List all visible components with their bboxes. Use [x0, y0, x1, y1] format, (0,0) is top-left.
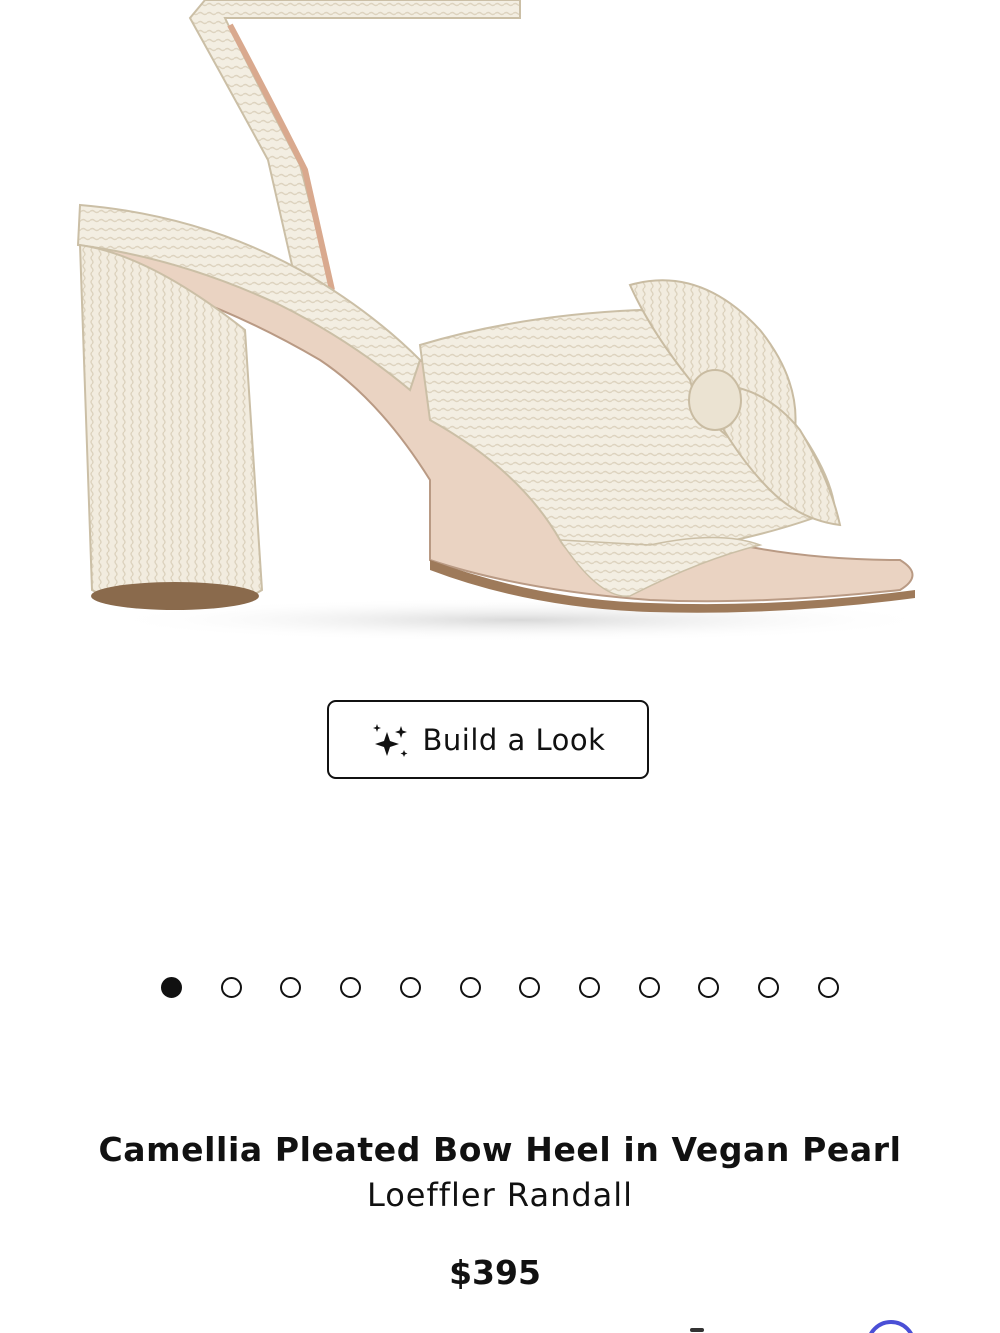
carousel-dot[interactable] [220, 977, 242, 998]
product-title: Camellia Pleated Bow Heel in Vegan Pearl [98, 1130, 902, 1169]
product-image[interactable] [0, 0, 1000, 660]
partial-icon [690, 1328, 704, 1332]
carousel-dot[interactable] [817, 977, 839, 998]
carousel-dot[interactable] [758, 977, 779, 998]
image-carousel-dots [0, 975, 1000, 1001]
shoe-illustration [76, 0, 940, 642]
carousel-dot[interactable] [638, 977, 660, 998]
carousel-dot[interactable] [578, 977, 600, 998]
carousel-dot[interactable] [519, 977, 541, 998]
build-a-look-label: Build a Look [422, 722, 606, 757]
carousel-dot[interactable] [280, 977, 302, 998]
carousel-dot[interactable] [340, 977, 362, 998]
brand-name[interactable]: Loeffler Randall [0, 1176, 1000, 1214]
build-a-look-button[interactable]: Build a Look [327, 700, 649, 779]
carousel-dot[interactable] [698, 977, 720, 998]
carousel-dot[interactable] [459, 977, 481, 998]
sparkle-icon [372, 723, 408, 757]
carousel-dot[interactable] [399, 977, 421, 998]
product-price: $395 [449, 1253, 541, 1292]
partial-circle-icon[interactable] [866, 1320, 916, 1333]
carousel-dot[interactable] [161, 977, 182, 998]
